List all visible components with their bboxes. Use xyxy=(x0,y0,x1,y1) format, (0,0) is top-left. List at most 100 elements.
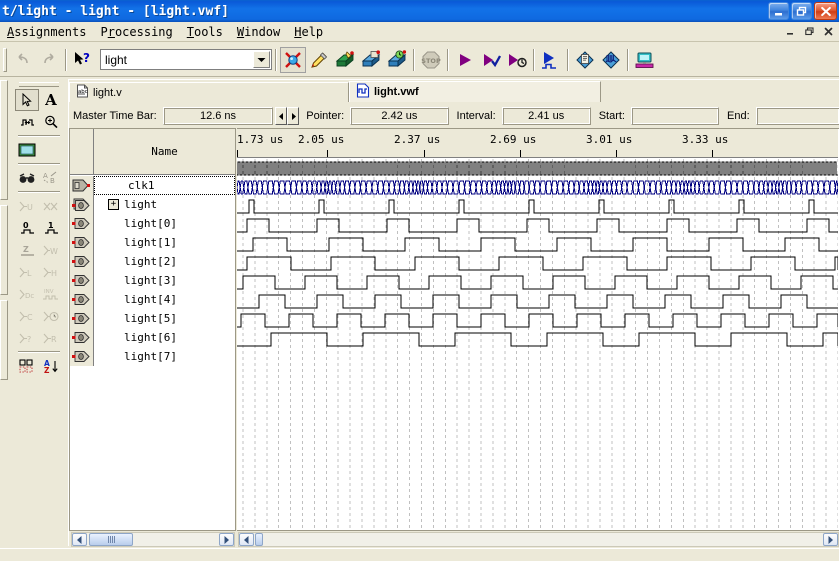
wave-column-scrollbar[interactable] xyxy=(238,532,839,547)
start-simulation-icon[interactable] xyxy=(538,47,564,73)
signal-row-light[interactable]: + light xyxy=(70,195,235,214)
time-ruler[interactable]: 1.73 us 2.05 us 2.37 us 2.69 us 3.01 us … xyxy=(237,129,838,158)
name-scroll-right-button[interactable] xyxy=(219,533,234,546)
master-time-bar-value[interactable]: 12.6 ns xyxy=(162,107,274,125)
palette-grip[interactable] xyxy=(19,82,59,87)
zoom-tool-icon[interactable] xyxy=(39,111,63,133)
menu-window[interactable]: Window xyxy=(230,23,287,41)
forcing-low-icon[interactable]: 0 xyxy=(15,217,39,239)
mdi-restore-button[interactable] xyxy=(801,24,817,39)
unknown-icon[interactable] xyxy=(39,195,63,217)
signal-name-light5[interactable]: light[5] xyxy=(94,309,235,328)
redo-icon[interactable] xyxy=(36,47,62,73)
start-compilation-check-icon[interactable] xyxy=(478,47,504,73)
toolbar-grip[interactable] xyxy=(3,47,7,72)
signal-name-light1[interactable]: light[1] xyxy=(94,233,235,252)
clock-icon[interactable] xyxy=(39,305,63,327)
name-scroll-track[interactable] xyxy=(133,533,219,546)
minimize-button[interactable] xyxy=(768,2,789,20)
dont-care-icon[interactable]: Dc xyxy=(15,283,39,305)
find-icon[interactable] xyxy=(15,167,39,189)
menu-help[interactable]: Help xyxy=(287,23,330,41)
mdi-close-button[interactable] xyxy=(820,24,836,39)
start-timing-icon[interactable] xyxy=(504,47,530,73)
menu-assignments[interactable]: AAssignmentsssignments xyxy=(0,23,93,41)
left-dock-stub-bottom[interactable] xyxy=(0,300,8,380)
assembler-icon[interactable] xyxy=(358,47,384,73)
help-pointer-icon[interactable]: ? xyxy=(70,47,96,73)
fullscreen-icon[interactable] xyxy=(15,139,39,161)
spinner-right-button[interactable] xyxy=(287,107,300,125)
tab-light-vwf[interactable]: light.vwf xyxy=(349,81,601,102)
signal-name-light4[interactable]: light[4] xyxy=(94,290,235,309)
analysis-synthesis-icon[interactable] xyxy=(306,47,332,73)
signal-name-light0[interactable]: light[0] xyxy=(94,214,235,233)
text-tool-icon[interactable]: A xyxy=(39,89,63,111)
mdi-minimize-button[interactable] xyxy=(782,24,798,39)
timing-analyzer-icon[interactable] xyxy=(384,47,410,73)
left-dock-stub-top[interactable] xyxy=(0,80,8,200)
fitter-icon[interactable] xyxy=(332,47,358,73)
end-value[interactable] xyxy=(755,107,839,125)
signal-row-light2[interactable]: light[2] xyxy=(70,252,235,271)
stop-icon[interactable]: STOP xyxy=(418,47,444,73)
chevron-down-icon[interactable] xyxy=(253,51,270,68)
signal-row-light7[interactable]: light[7] xyxy=(70,347,235,366)
signal-name-light[interactable]: + light xyxy=(94,195,235,214)
tab-light-v[interactable]: abc light.v xyxy=(69,82,349,102)
wave-scroll-left-button[interactable] xyxy=(239,533,254,546)
selection-tool-icon[interactable] xyxy=(15,89,39,111)
programmer-icon[interactable] xyxy=(632,47,658,73)
menu-tools[interactable]: Tools xyxy=(180,23,230,41)
expand-light-button[interactable]: + xyxy=(108,199,119,210)
signal-row-light0[interactable]: light[0] xyxy=(70,214,235,233)
close-button[interactable] xyxy=(814,2,837,20)
signal-name-light7[interactable]: light[7] xyxy=(94,347,235,366)
high-impedance-icon[interactable]: Z xyxy=(15,239,39,261)
master-time-bar-spinner[interactable] xyxy=(275,107,300,125)
signal-name-light2[interactable]: light[2] xyxy=(94,252,235,271)
weak-unknown-icon[interactable]: W xyxy=(39,239,63,261)
signal-name-light3[interactable]: light[3] xyxy=(94,271,235,290)
forcing-high-icon[interactable]: 1 xyxy=(39,217,63,239)
uninitialized-icon[interactable]: U xyxy=(15,195,39,217)
signal-row-light5[interactable]: light[5] xyxy=(70,309,235,328)
start-value[interactable] xyxy=(630,107,720,125)
weak-low-icon[interactable]: L xyxy=(15,261,39,283)
left-dock-stub-mid[interactable] xyxy=(0,205,8,295)
sort-az-icon[interactable]: A Z xyxy=(39,355,63,377)
interval-value[interactable]: 2.41 us xyxy=(501,107,591,125)
menu-processing[interactable]: Processing xyxy=(93,23,179,41)
grid-size-icon[interactable] xyxy=(15,355,39,377)
project-combo[interactable]: light xyxy=(100,49,272,70)
compilation-report-icon[interactable] xyxy=(572,47,598,73)
spinner-left-button[interactable] xyxy=(275,107,288,125)
invert-icon[interactable]: INV xyxy=(39,283,63,305)
wave-scroll-thumb[interactable] xyxy=(255,533,263,546)
waveform-canvas[interactable] xyxy=(236,159,839,530)
name-scroll-left-button[interactable] xyxy=(72,533,87,546)
arbitrary-value-icon[interactable]: ? xyxy=(15,327,39,349)
wave-scroll-right-button[interactable] xyxy=(823,533,838,546)
signal-name-clk1[interactable]: clk1 xyxy=(94,176,235,195)
signal-row-light3[interactable]: light[3] xyxy=(70,271,235,290)
simulation-report-icon[interactable] xyxy=(598,47,624,73)
pointer-value[interactable]: 2.42 us xyxy=(350,107,449,125)
name-scroll-thumb[interactable] xyxy=(89,533,133,546)
start-compilation-icon[interactable] xyxy=(452,47,478,73)
signal-row-light4[interactable]: light[4] xyxy=(70,290,235,309)
signal-row-clk1[interactable]: clk1 xyxy=(70,176,235,195)
restore-button[interactable] xyxy=(791,2,812,20)
waveform-edit-icon[interactable] xyxy=(15,111,39,133)
weak-high-icon[interactable]: H xyxy=(39,261,63,283)
count-value-icon[interactable]: C xyxy=(15,305,39,327)
wave-scroll-track[interactable] xyxy=(263,533,823,546)
signal-name-light6[interactable]: light[6] xyxy=(94,328,235,347)
random-value-icon[interactable]: R xyxy=(39,327,63,349)
name-column-scrollbar[interactable] xyxy=(71,532,235,547)
signal-row-light6[interactable]: light[6] xyxy=(70,328,235,347)
sort-icon[interactable]: A B xyxy=(39,167,63,189)
signal-row-light1[interactable]: light[1] xyxy=(70,233,235,252)
undo-icon[interactable] xyxy=(10,47,36,73)
compilation-icon[interactable] xyxy=(280,46,306,73)
